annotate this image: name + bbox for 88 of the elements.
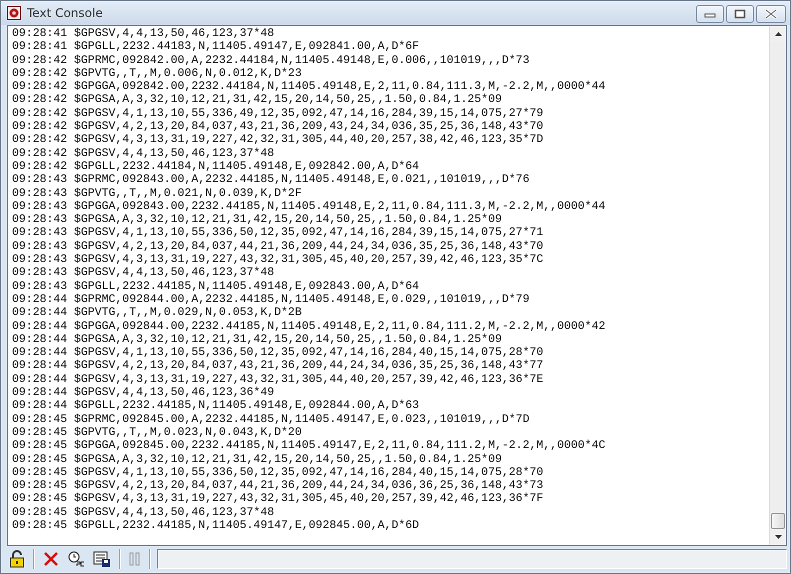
timestamp: 09:28:42	[12, 106, 68, 120]
log-message: $GPGSA,A,3,32,10,12,21,31,42,15,20,14,50,25,,1.50,0.84,1.25*09	[74, 332, 502, 346]
app-icon	[7, 6, 21, 20]
timestamp: 09:28:43	[12, 186, 68, 200]
timestamp: 09:28:43	[12, 200, 68, 214]
log-message: $GPGSV,4,1,13,10,55,336,49,12,35,092,47,14,16,284,39,15,14,075,27*79	[74, 106, 544, 120]
lock-button[interactable]	[7, 548, 27, 570]
scrollbar[interactable]	[769, 26, 786, 545]
log-message: $GPGSV,4,3,13,31,19,227,43,32,31,305,45,40,20,257,39,42,46,123,36*7F	[74, 492, 544, 506]
timestamp: 09:28:42	[12, 80, 68, 94]
log-message: $GPGSV,4,3,13,31,19,227,43,32,31,305,44,40,20,257,39,42,46,123,36*7E	[74, 372, 544, 386]
timestamp: 09:28:45	[12, 466, 68, 480]
log-message: $GPVTG,,T,,M,0.023,N,0.043,K,D*20	[74, 426, 302, 440]
log-message: $GPGSV,4,2,13,20,84,037,44,21,36,209,44,24,34,036,35,25,36,148,43*70	[74, 240, 544, 254]
log-message: $GPGSV,4,2,13,20,84,037,43,21,36,209,44,24,34,036,35,25,36,148,43*77	[74, 359, 544, 373]
timestamp: 09:28:45	[12, 426, 68, 440]
log-message: $GPGLL,2232.44185,N,11405.49147,E,092845.00,A,D*6D	[74, 518, 420, 532]
timestamp: 09:28:44	[12, 292, 68, 306]
scroll-thumb[interactable]	[771, 513, 785, 529]
timestamp: 09:28:42	[12, 133, 68, 147]
timestamp: 09:28:44	[12, 359, 68, 373]
log-message: $GPVTG,,T,,M,0.006,N,0.012,K,D*23	[74, 66, 302, 80]
log-message: $GPGSV,4,3,13,31,19,227,43,32,31,305,45,40,20,257,39,42,46,123,35*7C	[74, 253, 544, 266]
log-message: $GPGLL,2232.44185,N,11405.49148,E,092844.00,A,D*63	[74, 399, 420, 413]
timestamp: 09:28:42	[12, 54, 68, 67]
timestamp: 09:28:43	[12, 226, 68, 240]
up-arrow-icon	[774, 32, 782, 36]
log-message: $GPGSV,4,4,13,50,46,123,37*48	[74, 27, 274, 40]
timestamp: 09:28:42	[12, 146, 68, 160]
window-title: Text Console	[27, 6, 104, 20]
log-message: $GPGSV,4,2,13,20,84,037,43,21,36,209,43,24,34,036,35,25,36,148,43*70	[74, 120, 544, 134]
log-message: $GPGSV,4,4,13,50,46,123,37*48	[74, 506, 274, 519]
log-message: $GPRMC,092843.00,A,2232.44185,N,11405.49148,E,0.021,,101019,,,D*76	[74, 173, 530, 187]
down-arrow-icon	[774, 535, 782, 539]
timestamp: 09:28:43	[12, 253, 68, 266]
log-message: $GPGSV,4,4,13,50,46,123,36*49	[74, 386, 274, 400]
log-message: $GPRMC,092842.00,A,2232.44184,N,11405.49148,E,0.006,,101019,,,D*73	[74, 54, 530, 67]
timestamp: 09:28:43	[12, 280, 68, 293]
timestamp: 09:28:43	[12, 266, 68, 280]
timestamp: 09:28:44	[12, 346, 68, 360]
minimize-button[interactable]	[696, 5, 724, 23]
log-message: $GPRMC,092844.00,A,2232.44185,N,11405.49148,E,0.029,,101019,,,D*79	[74, 292, 530, 306]
timestamp: 09:28:45	[12, 452, 68, 466]
timestamp: 09:28:44	[12, 306, 68, 320]
log-message: $GPVTG,,T,,M,0.029,N,0.053,K,D*2B	[74, 306, 302, 320]
close-button[interactable]	[756, 5, 786, 23]
timestamp: 09:28:42	[12, 66, 68, 80]
timestamp: 09:28:41	[12, 27, 68, 40]
log-message: $GPGSA,A,3,32,10,12,21,31,42,15,20,14,50,25,,1.50,0.84,1.25*09	[74, 452, 502, 466]
timestamp: 09:28:45	[12, 439, 68, 452]
log-message: $GPGGA,092845.00,2232.44185,N,11405.49147,E,2,11,0.84,111.2,M,-2.2,M,,0000*4C	[74, 439, 606, 452]
timestamp: 09:28:43	[12, 213, 68, 226]
log-message: $GPGSV,4,2,13,20,84,037,44,21,36,209,44,24,34,036,36,25,36,148,43*73	[74, 479, 544, 492]
timestamp: 09:28:45	[12, 518, 68, 532]
log-message: $GPGSA,A,3,32,10,12,21,31,42,15,20,14,50,25,,1.50,0.84,1.25*09	[74, 93, 502, 107]
timestamp: 09:28:42	[12, 93, 68, 107]
timestamp: 09:28:43	[12, 173, 68, 187]
timestamp: 09:28:45	[12, 412, 68, 426]
log-message: $GPGSV,4,1,13,10,55,336,50,12,35,092,47,14,16,284,40,15,14,075,28*70	[74, 466, 544, 480]
timestamp: 09:28:44	[12, 399, 68, 413]
log-message: $GPGLL,2232.44184,N,11405.49148,E,092842.00,A,D*64	[74, 160, 420, 174]
log-message: $GPGSV,4,4,13,50,46,123,37*48	[74, 146, 274, 160]
timestamp: 09:28:43	[12, 240, 68, 254]
timestamp: 09:28:45	[12, 479, 68, 492]
log-message: $GPGGA,092843.00,2232.44185,N,11405.49148,E,2,11,0.84,111.3,M,-2.2,M,,0000*44	[74, 200, 606, 214]
log-message: $GPGGA,092844.00,2232.44185,N,11405.49148,E,2,11,0.84,111.2,M,-2.2,M,,0000*42	[74, 320, 606, 333]
timestamp: 09:28:44	[12, 320, 68, 333]
timestamp: 09:28:44	[12, 332, 68, 346]
log-message: $GPGSV,4,3,13,31,19,227,42,32,31,305,44,40,20,257,38,42,46,123,35*7D	[74, 133, 544, 147]
timestamp: 09:28:44	[12, 372, 68, 386]
timestamp: 09:28:41	[12, 40, 68, 54]
log-message: $GPVTG,,T,,M,0.021,N,0.039,K,D*2F	[74, 186, 302, 200]
log-message: $GPGGA,092842.00,2232.44184,N,11405.49148,E,2,11,0.84,111.3,M,-2.2,M,,0000*44	[74, 80, 606, 94]
log-message: $GPGLL,2232.44185,N,11405.49148,E,092843.00,A,D*64	[74, 280, 420, 293]
log-message: $GPGSV,4,1,13,10,55,336,50,12,35,092,47,14,16,284,40,15,14,075,28*70	[74, 346, 544, 360]
maximize-icon	[734, 9, 746, 19]
timestamp: 09:28:45	[12, 506, 68, 519]
timestamp: 09:28:45	[12, 492, 68, 506]
timestamp: 09:28:42	[12, 160, 68, 174]
log-message: $GPGSV,4,4,13,50,46,123,37*48	[74, 266, 274, 280]
timestamp: 09:28:44	[12, 386, 68, 400]
log-message: $GPGSA,A,3,32,10,12,21,31,42,15,20,14,50,25,,1.50,0.84,1.25*09	[74, 213, 502, 226]
log-message: $GPRMC,092845.00,A,2232.44185,N,11405.49147,E,0.023,,101019,,,D*7D	[74, 412, 530, 426]
maximize-button[interactable]	[726, 5, 754, 23]
close-icon	[764, 9, 778, 19]
timestamp: 09:28:42	[12, 120, 68, 134]
log-message: $GPGSV,4,1,13,10,55,336,50,12,35,092,47,14,16,284,39,15,14,075,27*71	[74, 226, 544, 240]
log-message: $GPGLL,2232.44183,N,11405.49147,E,092841.00,A,D*6F	[74, 40, 420, 54]
